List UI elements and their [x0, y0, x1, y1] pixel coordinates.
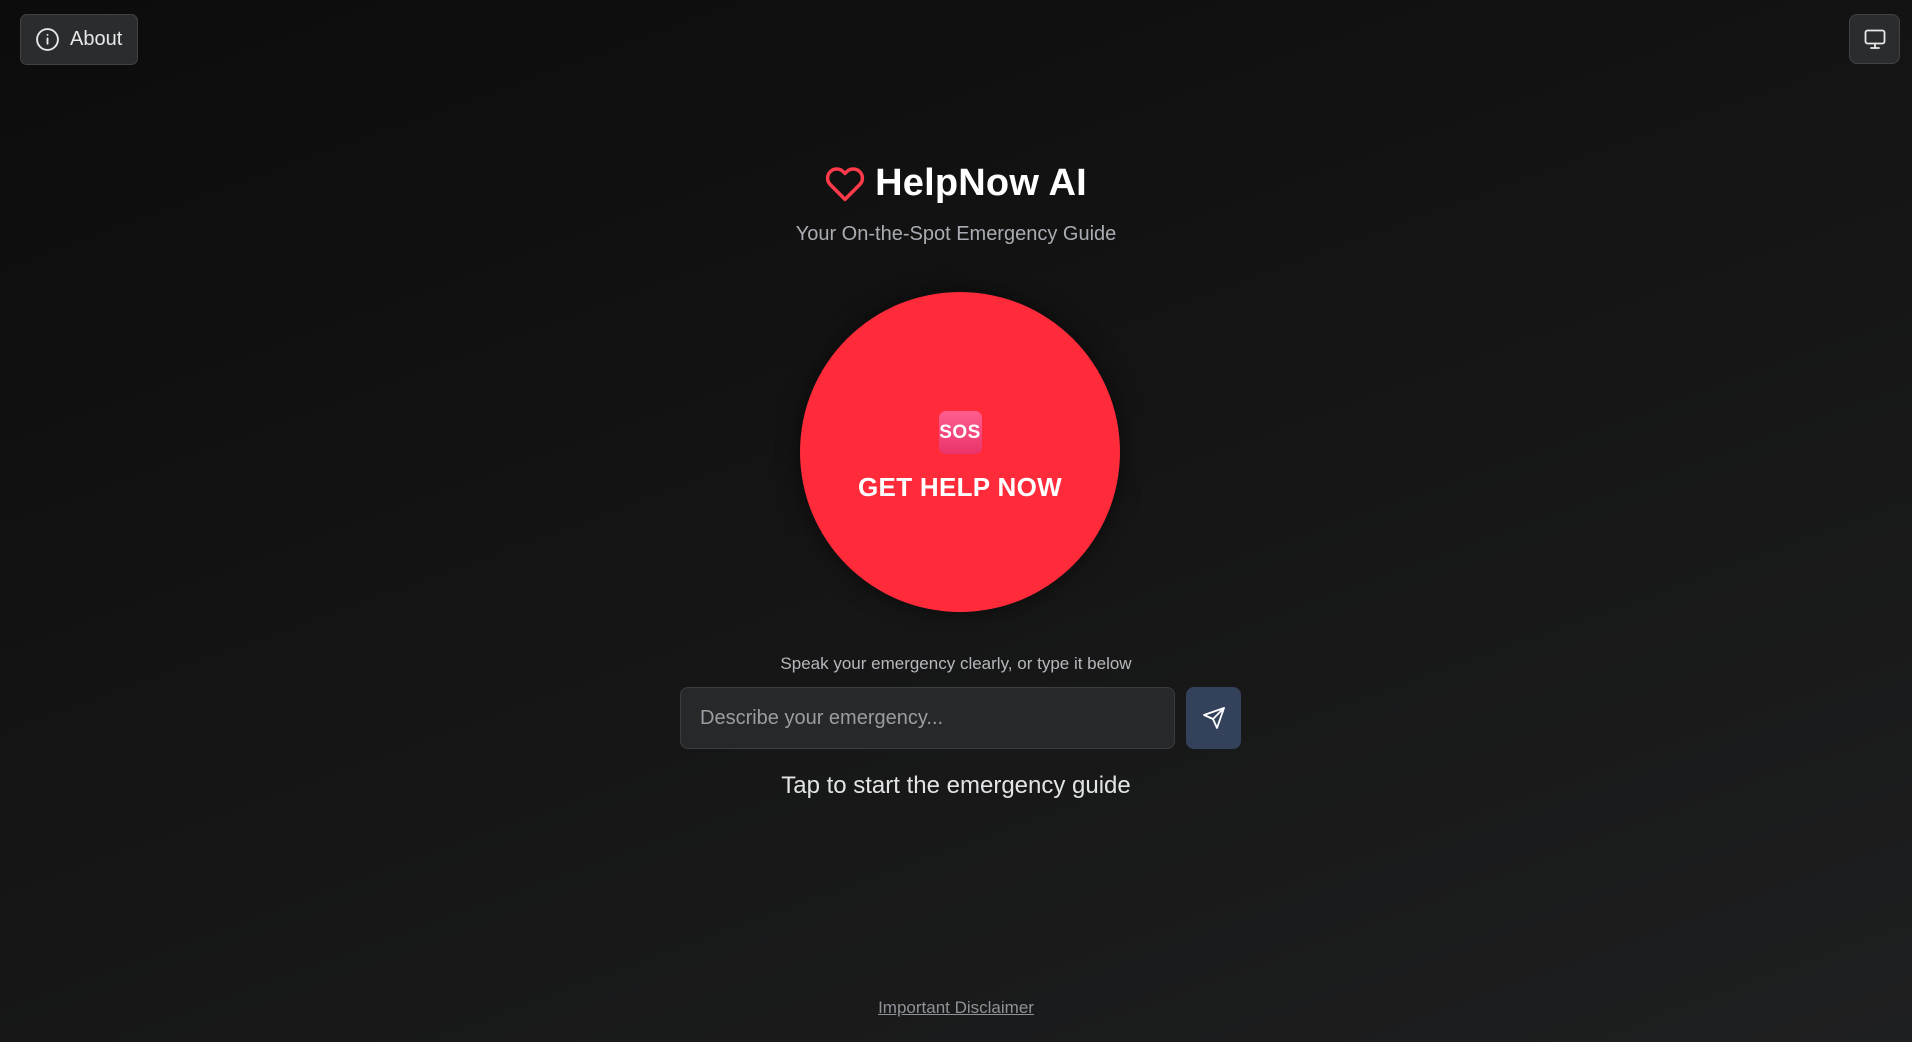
- heart-icon: [825, 164, 865, 204]
- app-title: HelpNow AI: [875, 162, 1087, 204]
- input-hint: Speak your emergency clearly, or type it…: [780, 654, 1132, 673]
- app-subtitle: Your On-the-Spot Emergency Guide: [795, 222, 1117, 245]
- sos-icon: SOS: [938, 411, 982, 454]
- about-label: About: [70, 28, 123, 50]
- monitor-icon: [1863, 27, 1887, 51]
- status-text: Tap to start the emergency guide: [781, 772, 1131, 799]
- disclaimer-link[interactable]: Important Disclaimer: [878, 998, 1034, 1017]
- send-icon: [1202, 706, 1226, 730]
- emergency-input-row: [680, 687, 1241, 749]
- send-button[interactable]: [1186, 687, 1241, 749]
- info-icon: [35, 27, 60, 52]
- about-button[interactable]: About: [20, 14, 139, 65]
- brand: HelpNow AI: [825, 162, 1087, 205]
- get-help-now-button[interactable]: SOS GET HELP NOW: [800, 292, 1120, 612]
- display-mode-button[interactable]: [1849, 14, 1900, 64]
- get-help-now-label: GET HELP NOW: [858, 472, 1062, 502]
- emergency-input[interactable]: [680, 687, 1175, 749]
- header: HelpNow AI Your On-the-Spot Emergency Gu…: [0, 162, 1912, 246]
- footer: Important Disclaimer: [0, 998, 1912, 1018]
